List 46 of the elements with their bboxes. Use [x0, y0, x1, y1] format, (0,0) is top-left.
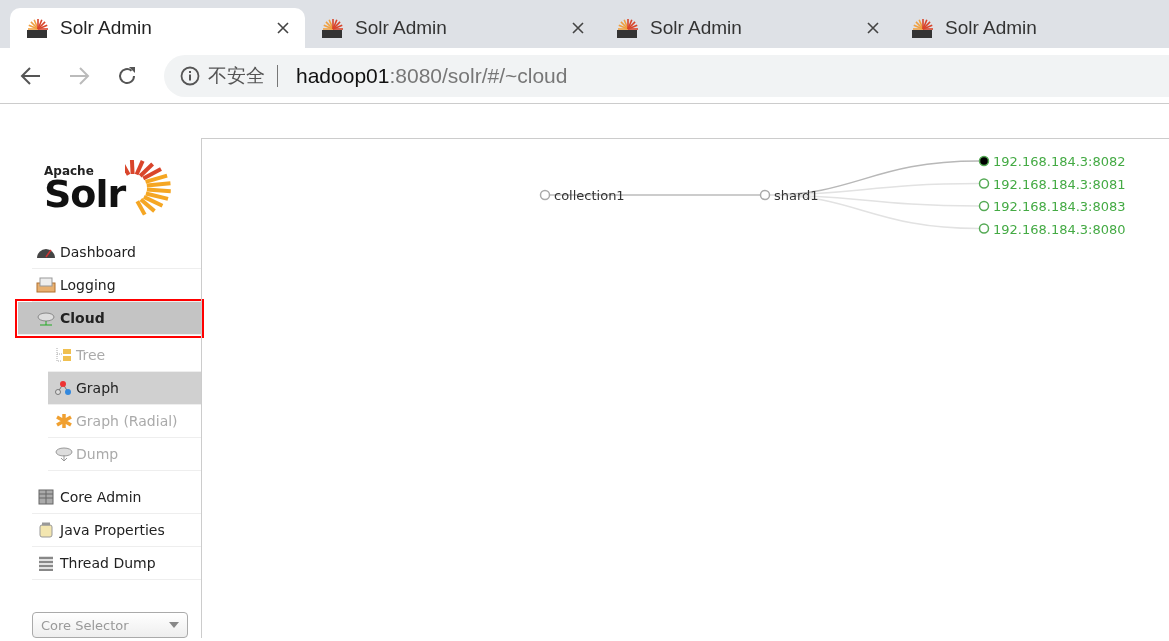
tab-title: Solr Admin [945, 17, 1038, 39]
browser-tab[interactable]: Solr Admin [305, 8, 600, 48]
nav-subitem[interactable]: Graph [48, 372, 201, 405]
node-label: collection1 [554, 188, 625, 203]
subnav-icon [54, 446, 74, 462]
tab-title: Solr Admin [60, 17, 153, 39]
reload-icon[interactable] [116, 64, 138, 87]
nav-item[interactable]: Core Admin [32, 481, 201, 514]
subnav-icon [54, 380, 74, 396]
browser-tab[interactable]: Solr Admin [600, 8, 895, 48]
nav-item[interactable]: Dashboard [32, 236, 201, 269]
browser-tab[interactable]: Solr Admin [10, 8, 305, 48]
node-label: shard1 [774, 188, 819, 203]
node-marker[interactable] [539, 189, 551, 201]
close-icon[interactable] [277, 22, 289, 34]
nav-icon [36, 555, 56, 571]
address-field[interactable]: 不安全 hadoop01:8080/solr/#/~cloud [164, 54, 1169, 97]
nav-item[interactable]: Cloud [18, 302, 201, 335]
sun-logo-icon [911, 17, 933, 39]
nav-icon [36, 489, 56, 505]
node-marker[interactable] [759, 189, 771, 201]
url-path: :8080/solr/#/~cloud [389, 63, 568, 88]
nav-icon [36, 522, 56, 538]
subnav-icon [54, 413, 74, 429]
sun-logo-icon [321, 17, 343, 39]
info-icon [180, 65, 200, 86]
node-marker[interactable] [978, 155, 990, 167]
tab-title: Solr Admin [355, 17, 448, 39]
sun-logo-icon [26, 17, 48, 39]
close-icon[interactable] [572, 22, 584, 34]
nav-item[interactable]: Thread Dump [32, 547, 201, 580]
back-icon[interactable] [20, 65, 42, 86]
close-icon[interactable] [867, 22, 879, 34]
browser-tab[interactable]: Solr Admin [895, 8, 1169, 48]
nav-item[interactable]: Java Properties [32, 514, 201, 547]
sun-logo-icon [616, 17, 638, 39]
nav-icon [36, 277, 56, 293]
node-marker[interactable] [978, 200, 990, 212]
node-marker[interactable] [978, 223, 990, 234]
security-label: 不安全 [208, 62, 265, 88]
tab-title: Solr Admin [650, 17, 743, 39]
caret-icon [169, 622, 179, 628]
node-marker[interactable] [978, 178, 990, 189]
nav-icon [36, 310, 56, 326]
subnav-icon [54, 347, 74, 363]
url-host: hadoop01 [296, 63, 390, 88]
